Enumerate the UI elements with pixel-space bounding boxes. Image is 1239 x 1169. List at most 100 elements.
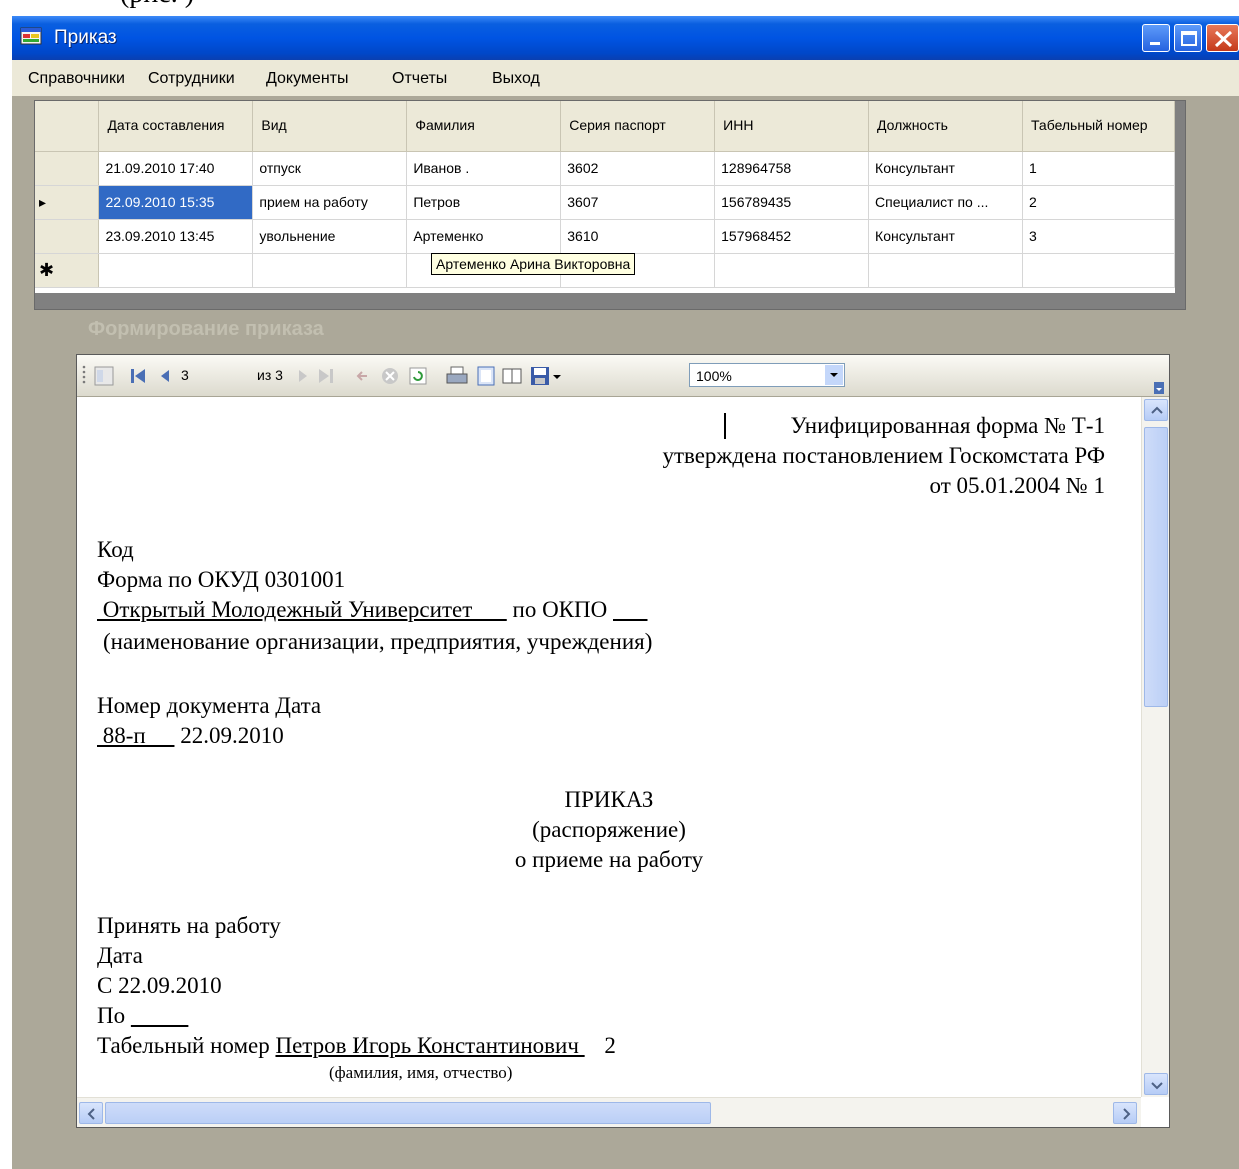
toolbar-overflow-icon[interactable] <box>1153 381 1165 395</box>
zoom-select[interactable]: 100% <box>689 363 845 387</box>
form-header-line1: Унифицированная форма № Т-1 <box>790 413 1105 438</box>
horizontal-scrollbar[interactable] <box>77 1097 1141 1127</box>
column-header[interactable]: Должность <box>868 101 1023 152</box>
stop-icon[interactable] <box>379 365 401 387</box>
document-crop-text: (рис. ) <box>120 0 194 10</box>
page-setup-icon[interactable] <box>501 365 523 387</box>
table-cell[interactable]: Петров <box>406 185 562 220</box>
table-cell-selected[interactable]: 22.09.2010 15:35 <box>98 185 254 220</box>
column-header[interactable]: Табельный номер <box>1022 101 1175 152</box>
table-cell[interactable]: Артеменко <box>406 219 562 254</box>
table-cell[interactable] <box>98 253 254 288</box>
table-cell[interactable]: 3602 <box>560 151 716 186</box>
current-row-marker[interactable]: ▸ <box>35 185 100 220</box>
table-header-row: Дата составления Вид Фамилия Серия паспо… <box>35 101 1175 152</box>
column-header[interactable]: Вид <box>252 101 408 152</box>
table-cell[interactable]: 2 <box>1022 185 1175 220</box>
table-cell[interactable]: Консультант <box>868 219 1023 254</box>
order-title: ПРИКАЗ <box>564 787 654 812</box>
table-cell[interactable] <box>714 253 870 288</box>
table-cell[interactable]: 128964758 <box>714 151 870 186</box>
name-caption: (фамилия, имя, отчество) <box>329 1063 513 1082</box>
kod-label: Код <box>97 537 134 562</box>
save-icon[interactable] <box>529 365 551 387</box>
previous-page-icon[interactable] <box>157 365 173 387</box>
document-number-line: 88-п 22.09.2010 <box>97 723 284 749</box>
print-layout-icon[interactable] <box>475 365 497 387</box>
report-page: Унифицированная форма № Т-1 утверждена п… <box>77 397 1141 1097</box>
chevron-down-icon[interactable] <box>825 365 843 385</box>
table-cell[interactable]: 21.09.2010 17:40 <box>98 151 254 186</box>
scroll-down-button[interactable] <box>1144 1073 1168 1095</box>
export-dropdown-icon[interactable] <box>551 365 563 387</box>
table-cell[interactable]: отпуск <box>252 151 408 186</box>
table-cell[interactable] <box>1022 253 1175 288</box>
table-cell[interactable]: Иванов . <box>406 151 562 186</box>
table-cell[interactable]: 157968452 <box>714 219 870 254</box>
maximize-button[interactable] <box>1174 24 1202 52</box>
next-page-icon[interactable] <box>295 365 311 387</box>
organization-name: Открытый Молодежный Университет <box>97 597 507 622</box>
menu-vyhod[interactable]: Выход <box>492 70 540 88</box>
scroll-right-button[interactable] <box>1113 1102 1137 1124</box>
orders-grid[interactable]: Дата составления Вид Фамилия Серия паспо… <box>34 100 1186 310</box>
table-cell[interactable]: 3607 <box>560 185 716 220</box>
current-page-input[interactable]: 3 <box>181 367 189 383</box>
okud-label: Форма по ОКУД 0301001 <box>97 567 346 592</box>
document-header: Номер документа Дата <box>97 693 322 718</box>
table-cell[interactable]: прием на работу <box>252 185 408 220</box>
document-date: 22.09.2010 <box>180 723 284 748</box>
table-cell[interactable]: 3 <box>1022 219 1175 254</box>
column-header[interactable]: ИНН <box>714 101 870 152</box>
document-map-icon[interactable] <box>93 365 115 387</box>
menu-bar: Справочники Сотрудники Документы Отчеты … <box>12 60 1239 96</box>
organization-line: Открытый Молодежный Университет по ОКПО <box>97 597 648 623</box>
row-marker[interactable] <box>35 151 100 186</box>
table-cell[interactable]: 1 <box>1022 151 1175 186</box>
menu-otchety[interactable]: Отчеты <box>392 70 447 88</box>
scroll-up-button[interactable] <box>1144 399 1168 421</box>
tab-number-label: Табельный номер <box>97 1033 270 1058</box>
column-header[interactable]: Фамилия <box>406 101 562 152</box>
to-line: По <box>97 1003 188 1029</box>
menu-dokumenty[interactable]: Документы <box>266 70 348 88</box>
zoom-value: 100% <box>696 368 732 384</box>
column-header[interactable]: Дата составления <box>98 101 254 152</box>
scroll-left-button[interactable] <box>79 1102 103 1124</box>
table-row[interactable]: 23.09.2010 13:45 увольнение Артеменко 36… <box>35 219 1175 254</box>
print-icon[interactable] <box>445 365 469 387</box>
table-cell[interactable]: 156789435 <box>714 185 870 220</box>
close-button[interactable] <box>1206 24 1239 52</box>
table-cell[interactable]: 3610 <box>560 219 716 254</box>
table-cell[interactable] <box>868 253 1023 288</box>
menu-sotrudniki[interactable]: Сотрудники <box>148 70 235 88</box>
first-page-icon[interactable] <box>127 365 149 387</box>
to-blank <box>131 1003 189 1028</box>
table-cell[interactable]: увольнение <box>252 219 408 254</box>
title-bar[interactable]: Приказ <box>12 16 1239 60</box>
refresh-icon[interactable] <box>407 365 429 387</box>
table-cell[interactable]: Специалист по ... <box>868 185 1023 220</box>
horizontal-scroll-thumb[interactable] <box>105 1102 711 1124</box>
table-cell[interactable]: 23.09.2010 13:45 <box>98 219 254 254</box>
row-marker[interactable] <box>35 219 100 254</box>
window-title: Приказ <box>54 27 117 48</box>
minimize-button[interactable] <box>1142 24 1170 52</box>
report-toolbar: 3 из 3 100% <box>77 355 1169 397</box>
vertical-scroll-thumb[interactable] <box>1144 427 1168 707</box>
app-icon <box>20 26 42 46</box>
vertical-scrollbar[interactable] <box>1141 397 1169 1097</box>
page-count: из 3 <box>257 367 283 383</box>
last-page-icon[interactable] <box>315 365 337 387</box>
menu-spravochniki[interactable]: Справочники <box>28 70 125 88</box>
form-header-line2: утверждена постановлением Госкомстата РФ <box>662 443 1105 468</box>
table-row[interactable]: 21.09.2010 17:40 отпуск Иванов . 3602 12… <box>35 151 1175 186</box>
table-cell[interactable]: Консультант <box>868 151 1023 186</box>
table-row-selected[interactable]: ▸ 22.09.2010 15:35 прием на работу Петро… <box>35 185 1175 220</box>
new-row-marker[interactable]: ✱ <box>35 253 100 288</box>
column-header[interactable]: Серия паспорт <box>560 101 716 152</box>
employee-name: Петров Игорь Константинович <box>275 1033 585 1058</box>
from-date: С 22.09.2010 <box>97 973 222 998</box>
table-cell[interactable] <box>252 253 408 288</box>
back-icon[interactable] <box>353 365 373 387</box>
